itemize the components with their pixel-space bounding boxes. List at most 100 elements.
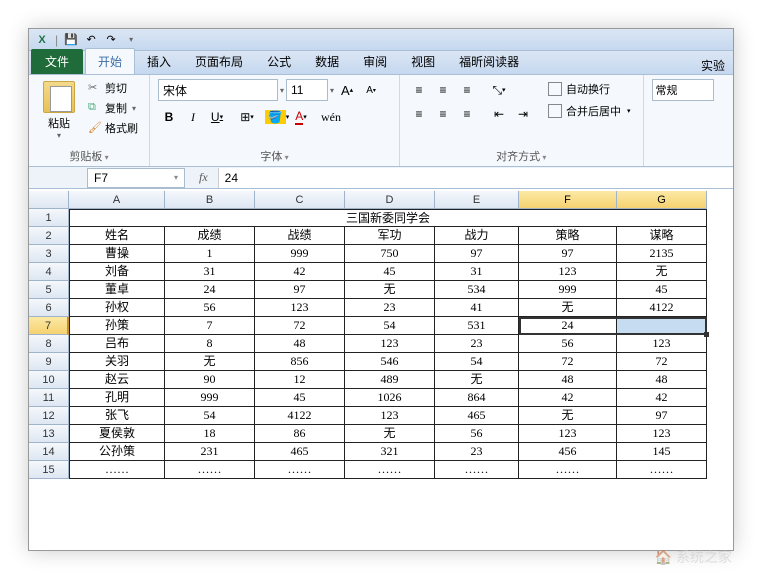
cell[interactable]: 531 xyxy=(435,317,519,335)
cell[interactable]: 无 xyxy=(345,281,435,299)
cell[interactable]: 123 xyxy=(617,335,707,353)
cell[interactable]: 成绩 xyxy=(165,227,255,245)
grow-font-button[interactable]: A▴ xyxy=(336,79,358,101)
tab-home[interactable]: 开始 xyxy=(85,48,135,74)
border-button[interactable]: ⊞▾ xyxy=(236,106,258,128)
tab-foxit[interactable]: 福昕阅读器 xyxy=(447,49,531,74)
cell[interactable]: 31 xyxy=(435,263,519,281)
cell[interactable]: 41 xyxy=(435,299,519,317)
tab-page-layout[interactable]: 页面布局 xyxy=(183,49,255,74)
cell[interactable]: 31 xyxy=(165,263,255,281)
row-header-10[interactable]: 10 xyxy=(29,371,69,389)
cell[interactable]: 18 xyxy=(165,425,255,443)
cell[interactable]: 24 xyxy=(519,317,617,335)
col-header-G[interactable]: G xyxy=(617,191,707,209)
select-all-corner[interactable] xyxy=(29,191,69,209)
cell[interactable]: 7 xyxy=(165,317,255,335)
undo-icon[interactable]: ↶ xyxy=(82,31,100,49)
cell[interactable]: 90 xyxy=(165,371,255,389)
cell[interactable]: …… xyxy=(435,461,519,479)
row-header-1[interactable]: 1 xyxy=(29,209,69,227)
cell[interactable]: 42 xyxy=(255,263,345,281)
row-header-6[interactable]: 6 xyxy=(29,299,69,317)
cell[interactable]: 42 xyxy=(519,389,617,407)
formula-input[interactable]: 24 xyxy=(218,168,733,188)
cut-button[interactable]: ✂剪切 xyxy=(85,79,141,97)
cell[interactable]: 48 xyxy=(519,371,617,389)
indent-increase-button[interactable]: ⇥ xyxy=(512,103,534,125)
cell[interactable]: 54 xyxy=(165,407,255,425)
cell[interactable]: 策略 xyxy=(519,227,617,245)
cell[interactable]: 12 xyxy=(255,371,345,389)
cells-grid[interactable]: 三国新委同学会姓名成绩战绩军功战力策略谋略曹操199975097972135刘备… xyxy=(69,209,733,479)
copy-button[interactable]: ⧉复制▾ xyxy=(85,99,141,117)
font-name-select[interactable] xyxy=(158,79,278,101)
cell[interactable]: 董卓 xyxy=(69,281,165,299)
cell[interactable]: 856 xyxy=(255,353,345,371)
cell[interactable]: 公孙策 xyxy=(69,443,165,461)
row-header-9[interactable]: 9 xyxy=(29,353,69,371)
orientation-button[interactable]: ⤡▾ xyxy=(488,79,510,101)
tab-insert[interactable]: 插入 xyxy=(135,49,183,74)
cell[interactable]: 54 xyxy=(345,317,435,335)
cell[interactable]: 2135 xyxy=(617,245,707,263)
indent-decrease-button[interactable]: ⇤ xyxy=(488,103,510,125)
row-header-15[interactable]: 15 xyxy=(29,461,69,479)
cell[interactable]: 无 xyxy=(165,353,255,371)
align-right-button[interactable]: ≡ xyxy=(456,103,478,125)
cell[interactable]: 864 xyxy=(435,389,519,407)
cell[interactable]: 赵云 xyxy=(69,371,165,389)
tab-view[interactable]: 视图 xyxy=(399,49,447,74)
cell[interactable]: 1 xyxy=(165,245,255,263)
cell[interactable]: 23 xyxy=(435,443,519,461)
cell[interactable]: 军功 xyxy=(345,227,435,245)
row-header-14[interactable]: 14 xyxy=(29,443,69,461)
cell[interactable]: 72 xyxy=(255,317,345,335)
row-header-8[interactable]: 8 xyxy=(29,335,69,353)
cell[interactable]: 72 xyxy=(617,353,707,371)
cell[interactable]: 999 xyxy=(519,281,617,299)
cell[interactable]: …… xyxy=(165,461,255,479)
worksheet[interactable]: ABCDEFG 123456789101112131415 三国新委同学会姓名成… xyxy=(29,191,733,550)
save-icon[interactable]: 💾 xyxy=(62,31,80,49)
fx-icon[interactable]: fx xyxy=(193,170,214,185)
cell[interactable]: 45 xyxy=(617,281,707,299)
cell[interactable]: 123 xyxy=(519,425,617,443)
cell[interactable]: 无 xyxy=(519,407,617,425)
cell[interactable]: 123 xyxy=(519,263,617,281)
cell[interactable]: 999 xyxy=(255,245,345,263)
cell[interactable]: 姓名 xyxy=(69,227,165,245)
cell[interactable]: 489 xyxy=(345,371,435,389)
underline-button[interactable]: U▾ xyxy=(206,106,228,128)
cell[interactable]: 45 xyxy=(345,263,435,281)
cell[interactable]: 534 xyxy=(435,281,519,299)
cell[interactable]: 145 xyxy=(617,443,707,461)
cell[interactable]: 关羽 xyxy=(69,353,165,371)
cell[interactable]: 999 xyxy=(165,389,255,407)
sheet-title-cell[interactable]: 三国新委同学会 xyxy=(69,209,707,227)
col-header-C[interactable]: C xyxy=(255,191,345,209)
cell[interactable]: 4122 xyxy=(255,407,345,425)
cell[interactable] xyxy=(617,317,707,335)
cell[interactable]: 战力 xyxy=(435,227,519,245)
col-header-D[interactable]: D xyxy=(345,191,435,209)
font-size-select[interactable] xyxy=(286,79,328,101)
name-box[interactable]: F7 xyxy=(87,168,185,188)
cell[interactable]: 谋略 xyxy=(617,227,707,245)
cell[interactable]: 72 xyxy=(519,353,617,371)
col-header-F[interactable]: F xyxy=(519,191,617,209)
cell[interactable]: 48 xyxy=(617,371,707,389)
phonetic-button[interactable]: wén xyxy=(320,106,342,128)
shrink-font-button[interactable]: A▾ xyxy=(360,79,382,101)
fill-handle[interactable] xyxy=(704,332,709,337)
align-top-button[interactable]: ≡ xyxy=(408,79,430,101)
cell[interactable]: 56 xyxy=(435,425,519,443)
align-bottom-button[interactable]: ≡ xyxy=(456,79,478,101)
redo-icon[interactable]: ↷ xyxy=(102,31,120,49)
bold-button[interactable]: B xyxy=(158,106,180,128)
row-header-13[interactable]: 13 xyxy=(29,425,69,443)
row-header-11[interactable]: 11 xyxy=(29,389,69,407)
wrap-text-button[interactable]: 自动换行 xyxy=(544,79,635,99)
tab-file[interactable]: 文件 xyxy=(31,49,83,74)
cell[interactable]: 无 xyxy=(345,425,435,443)
